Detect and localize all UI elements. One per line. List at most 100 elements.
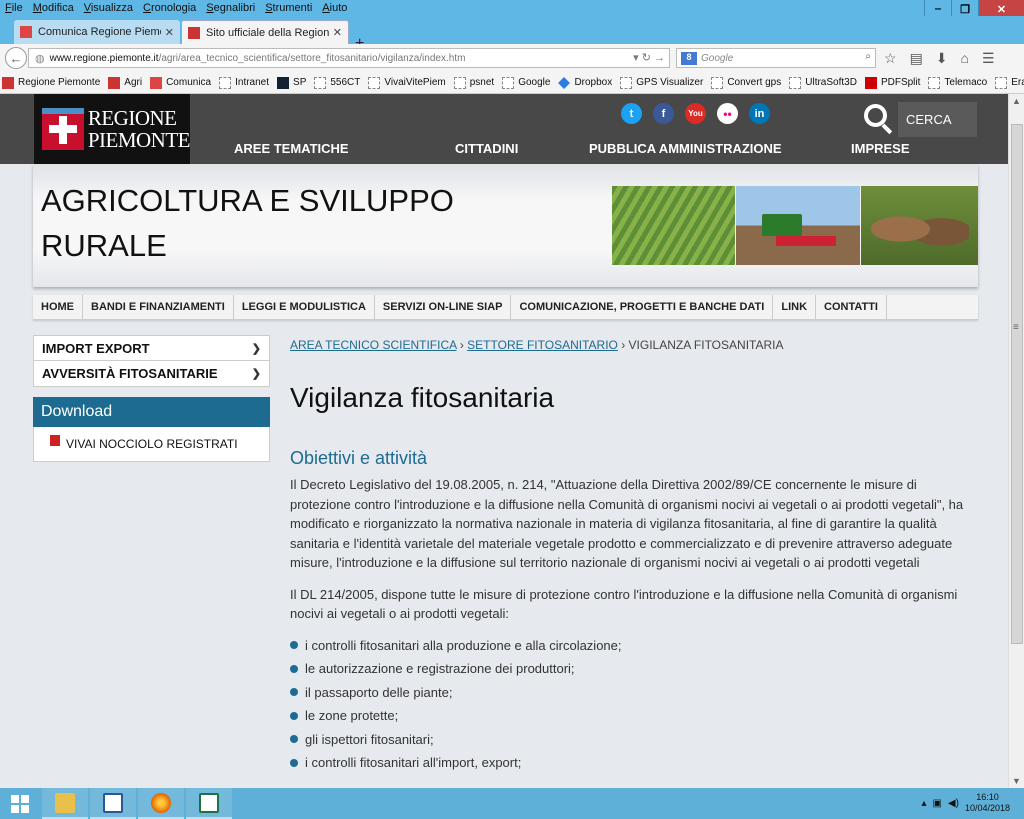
- url-bar[interactable]: ◍ www.regione.piemonte.it /agri/area_tec…: [28, 48, 670, 68]
- cerca-search-input[interactable]: CERCA: [898, 102, 977, 137]
- taskbar-calc[interactable]: [186, 788, 232, 819]
- tractor-image: [736, 186, 860, 265]
- vertical-scrollbar[interactable]: ▲ ≡ ▼: [1008, 94, 1024, 788]
- nav-imprese[interactable]: IMPRESE: [851, 141, 910, 156]
- bookmark-item[interactable]: UltraSoft3D: [789, 76, 857, 89]
- crest-top: [42, 108, 84, 114]
- bullet-icon: [290, 641, 298, 650]
- chevron-down-icon: ❯: [251, 342, 261, 355]
- bookmark-item[interactable]: PDFSplit: [864, 76, 920, 89]
- taskbar-firefox[interactable]: [138, 788, 184, 819]
- youtube-icon[interactable]: You: [685, 103, 706, 124]
- breadcrumb-settore-fitosanitario[interactable]: SETTORE FITOSANITARIO: [467, 338, 618, 352]
- secnav-servizi[interactable]: SERVIZI ON-LINE SIAP: [375, 295, 512, 319]
- bookmark-item[interactable]: VivaiVitePiem: [368, 76, 446, 89]
- page-icon: [928, 76, 941, 89]
- search-input[interactable]: 8 Google ⌕: [676, 48, 876, 68]
- secnav-home[interactable]: HOME: [33, 295, 83, 319]
- bookmark-item[interactable]: ErasmoNet: [995, 76, 1024, 89]
- back-arrow-icon[interactable]: ←: [5, 47, 27, 69]
- close-tab-icon[interactable]: ✕: [333, 26, 342, 39]
- secnav-comunicazione[interactable]: COMUNICAZIONE, PROGETTI E BANCHE DATI: [511, 295, 774, 319]
- tray-arrow-icon[interactable]: ▴: [921, 798, 926, 809]
- page-icon: [368, 76, 381, 89]
- bookmark-star-icon[interactable]: ☆: [884, 50, 897, 67]
- twitter-icon[interactable]: t: [621, 103, 642, 124]
- close-tab-icon[interactable]: ✕: [165, 26, 174, 39]
- bookmark-item[interactable]: SP: [277, 76, 306, 89]
- menu-cronologia[interactable]: Cronologia: [138, 0, 201, 16]
- bookmark-item[interactable]: GPS Visualizer: [620, 76, 703, 89]
- menu-modifica[interactable]: Modifica: [28, 0, 79, 16]
- logo-text: REGIONE PIEMONTE: [87, 106, 191, 152]
- secnav-leggi[interactable]: LEGGI E MODULISTICA: [234, 295, 375, 319]
- scroll-down-icon[interactable]: ▼: [1012, 776, 1021, 786]
- menu-file[interactable]: File: [0, 0, 28, 16]
- bookmark-item[interactable]: Google: [502, 76, 550, 89]
- network-icon[interactable]: ▣: [932, 798, 941, 809]
- page-icon: [314, 76, 327, 89]
- tab-comunica[interactable]: Comunica Regione Piemo... ✕: [14, 20, 180, 44]
- start-button[interactable]: [0, 788, 40, 819]
- scroll-up-icon[interactable]: ▲: [1012, 96, 1021, 106]
- folder-icon: [55, 792, 75, 813]
- nav-cittadini[interactable]: CITTADINI: [455, 141, 518, 156]
- nav-aree-tematiche[interactable]: AREE TEMATICHE: [234, 141, 349, 156]
- download-link-vivai-nocciolo[interactable]: VIVAI NOCCIOLO REGISTRATI: [66, 437, 238, 451]
- home-icon[interactable]: ⌂: [961, 50, 969, 67]
- pdf-icon: [864, 76, 877, 89]
- taskbar-explorer[interactable]: [42, 788, 88, 819]
- clock[interactable]: 16:10 10/04/2018: [965, 792, 1010, 814]
- accordion-label: AVVERSITÀ FITOSANITARIE: [42, 366, 218, 381]
- bookmark-item[interactable]: Dropbox: [558, 76, 612, 89]
- flickr-icon[interactable]: ••: [717, 103, 738, 124]
- accordion-import-export[interactable]: IMPORT EXPORT ❯: [33, 335, 270, 361]
- bookmark-item[interactable]: Agri: [108, 76, 142, 89]
- list-item: i controlli fitosanitari alla produzione…: [290, 634, 970, 658]
- scroll-thumb[interactable]: [1011, 124, 1023, 644]
- regione-piemonte-logo[interactable]: REGIONE PIEMONTE: [34, 94, 191, 164]
- reload-icon[interactable]: ▾ ↻ →: [633, 51, 665, 64]
- reading-list-icon[interactable]: ▤: [910, 50, 923, 67]
- accordion-avversita[interactable]: AVVERSITÀ FITOSANITARIE ❯: [33, 361, 270, 387]
- secnav-link[interactable]: LINK: [773, 295, 817, 319]
- bullet-icon: [290, 758, 298, 767]
- tab-bar: Comunica Regione Piemo... ✕ Sito ufficia…: [0, 16, 1024, 52]
- secnav-bandi[interactable]: BANDI E FINANZIAMENTI: [83, 295, 234, 319]
- menu-strumenti[interactable]: Strumenti: [260, 0, 317, 16]
- tab-title: Sito ufficiale della Regione ...: [206, 26, 329, 39]
- search-icon[interactable]: [864, 104, 894, 135]
- linkedin-icon[interactable]: in: [749, 103, 770, 124]
- page-title: Vigilanza fitosanitaria: [290, 382, 555, 413]
- tab-regione[interactable]: Sito ufficiale della Regione ... ✕: [181, 20, 349, 44]
- scroll-grip-icon: ≡: [1013, 322, 1019, 333]
- bookmark-item[interactable]: Comunica: [150, 76, 211, 89]
- bookmark-item[interactable]: psnet: [453, 76, 494, 89]
- bookmark-item[interactable]: Convert gps: [711, 76, 781, 89]
- facebook-icon[interactable]: f: [653, 103, 674, 124]
- taskbar-word[interactable]: [90, 788, 136, 819]
- regione-icon: [108, 76, 121, 89]
- bookmark-item[interactable]: Intranet: [219, 76, 269, 89]
- toolbar-icons: ☆ ▤ ⬇ ⌂ ☰: [884, 50, 995, 67]
- bookmark-item[interactable]: Telemaco: [928, 76, 987, 89]
- search-icon[interactable]: ⌕: [865, 51, 871, 62]
- list-item: le autorizzazione e registrazione dei pr…: [290, 657, 970, 681]
- breadcrumb-area-tecnico[interactable]: AREA TECNICO SCIENTIFICA: [290, 338, 456, 352]
- menu-aiuto[interactable]: Aiuto: [317, 0, 352, 16]
- bookmark-item[interactable]: 556CT: [314, 76, 360, 89]
- crest-icon: [42, 108, 84, 150]
- download-arrow-icon[interactable]: ⬇: [936, 50, 948, 67]
- speaker-icon[interactable]: ◀): [948, 798, 959, 809]
- list-item: le zone protette;: [290, 704, 970, 728]
- breadcrumb: AREA TECNICO SCIENTIFICA › SETTORE FITOS…: [290, 338, 784, 352]
- secnav-contatti[interactable]: CONTATTI: [816, 295, 887, 319]
- bookmark-item[interactable]: Regione Piemonte: [2, 76, 100, 89]
- hamburger-menu-icon[interactable]: ☰: [982, 50, 995, 67]
- breadcrumb-current: VIGILANZA FITOSANITARIA: [628, 338, 784, 352]
- bullet-icon: [290, 735, 298, 744]
- menu-visualizza[interactable]: Visualizza: [79, 0, 138, 16]
- menu-segnalibri[interactable]: Segnalibri: [201, 0, 260, 16]
- page-icon: [453, 76, 466, 89]
- nav-pubblica-amministrazione[interactable]: PUBBLICA AMMINISTRAZIONE: [589, 141, 782, 156]
